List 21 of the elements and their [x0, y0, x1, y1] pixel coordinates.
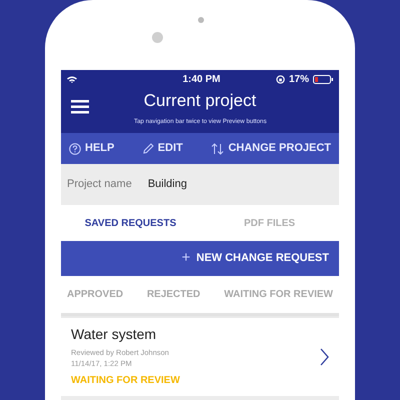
field-label: Project name [67, 177, 132, 192]
wifi-icon [67, 76, 77, 82]
status-label: WAITING FOR REVIEW [71, 374, 181, 388]
battery-icon [313, 74, 333, 84]
status-time: 1:40 PM [182, 72, 220, 86]
help-icon [69, 142, 81, 154]
menu-icon[interactable] [71, 100, 89, 114]
help-button[interactable]: HELP [69, 140, 114, 157]
front-camera [152, 32, 163, 43]
pencil-icon [142, 143, 154, 154]
battery-percent: 17% [288, 72, 309, 86]
screen-title: Current project [144, 91, 256, 112]
edit-button[interactable]: EDIT [142, 140, 183, 157]
camera-dot [198, 17, 204, 23]
chevron-right-icon [320, 348, 329, 366]
new-change-request-button[interactable]: + NEW CHANGE REQUEST [61, 241, 339, 276]
request-title: Water system [71, 326, 158, 343]
change-project-button[interactable]: CHANGE PROJECT [211, 140, 331, 157]
project-name: Building [148, 177, 187, 192]
rotation-lock-icon [276, 74, 285, 84]
swap-arrows-icon [211, 142, 224, 154]
